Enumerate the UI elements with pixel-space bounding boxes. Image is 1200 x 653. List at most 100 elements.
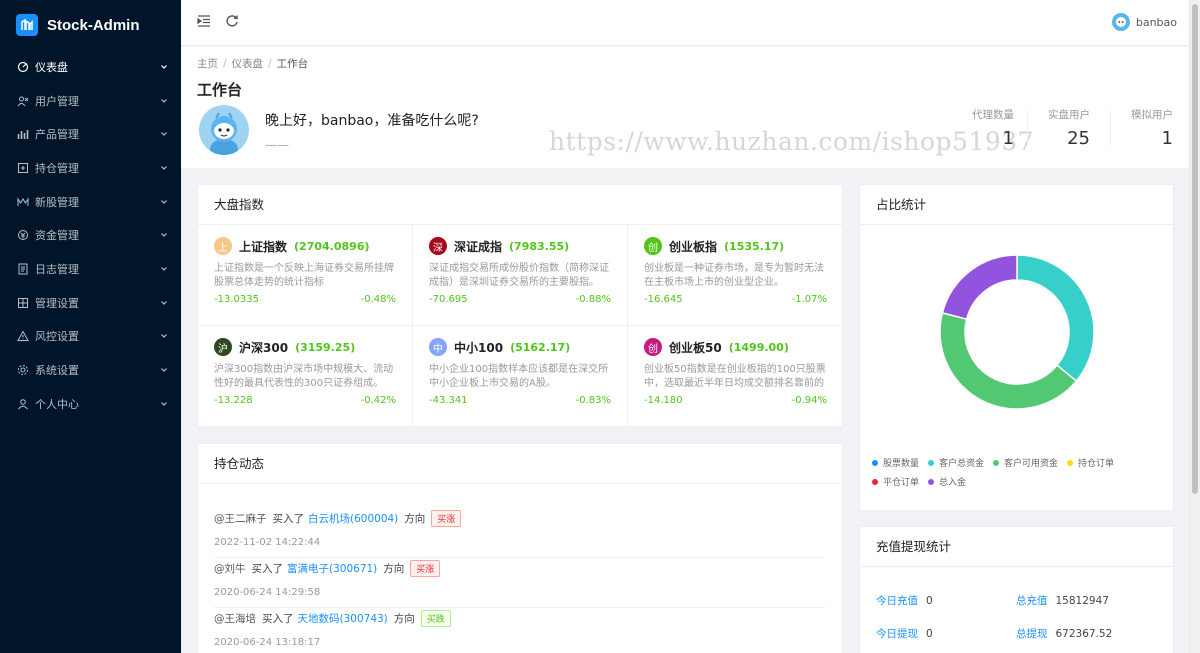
user-menu[interactable]: banbao [1111,13,1177,31]
sidebar-item-5[interactable]: 资金管理 [0,218,181,252]
sidebar-item-10[interactable]: 个人中心 [0,387,181,421]
today-withdraw-value: 0 [926,628,933,640]
index-cell[interactable]: 上上证指数 (2704.0896) 上证指数是一个反映上海证券交易所挂牌股票总体走势… [198,225,413,326]
sidebar-item-6[interactable]: 日志管理 [0,252,181,286]
card-title: 大盘指数 [198,185,842,225]
sidebar-item-8[interactable]: 风控设置 [0,320,181,354]
index-value: (1499.00) [728,340,789,354]
index-percent: -0.88% [575,294,611,305]
today-withdraw-label[interactable]: 今日提现 [876,628,918,640]
feed-user: @王二麻子 [214,513,267,525]
sidebar-item-label: 个人中心 [35,397,79,411]
users-icon [17,95,29,107]
index-name: 创业板50 [669,340,722,355]
index-cell[interactable]: 创创业板指 (1535.17) 创业板是一种证券市场，是专为暂时无法在主板市场上市的… [628,225,843,326]
legend-label: 总入金 [939,478,967,488]
chevron-down-icon [159,62,169,72]
index-description: 深证成指交易所成份股价指数（简称深证成指）是深圳证券交易所的主要股指。 [429,263,609,288]
legend-item[interactable]: 持仓订单 [1067,456,1114,469]
breadcrumb-current: 工作台 [276,58,309,70]
feed-time: 2020-06-24 13:18:17 [214,637,321,648]
avatar [1111,13,1130,31]
donut-slice-2[interactable] [939,311,1078,410]
page-header: 主页 / 仪表盘 / 工作台 工作台 晚上好，banbao，准备吃什么呢? —— htt… [181,47,1189,168]
total-recharge-value: 15812947 [1055,595,1109,607]
list-item: @刘牛 买入了 富满电子(300671) 方向 买涨 2020-06-24 14:29:5… [214,560,825,608]
index-value: (1535.17) [724,239,785,253]
chevron-down-icon [159,331,169,341]
legend-item[interactable]: 客户可用资金 [993,456,1058,469]
sidebar-item-label: 持仓管理 [35,161,79,175]
refresh-icon[interactable] [225,14,241,30]
index-description: 中小企业100指数样本应该都是在深交所中小企业板上市交易的A股。 [429,364,609,389]
feed-stock-link[interactable]: 天地数码(300743) [298,611,388,626]
index-badge: 深 [429,237,447,255]
sidebar-item-4[interactable]: 新股管理 [0,185,181,219]
list-item: @王海培 买入了 天地数码(300743) 方向 买跌 2020-06-24 13:18:… [214,610,825,653]
feed-direction-label: 方向 [404,513,426,525]
logo-icon [16,14,38,36]
total-recharge-label[interactable]: 总充值 [1016,595,1048,607]
sidebar-item-label: 资金管理 [35,229,79,243]
donut-slice-1[interactable] [1016,254,1095,383]
sidebar-item-9[interactable]: 系统设置 [0,353,181,387]
feed-stock-link[interactable]: 富满电子(300671) [287,561,377,576]
feed-stock-link[interactable]: 白云机场(600004) [308,511,398,526]
stat-sim-users: 模拟用户 1 [1131,107,1173,149]
stat-value: 1 [1161,128,1173,149]
legend-label: 客户总资金 [939,459,985,469]
breadcrumb-dashboard[interactable]: 仪表盘 [232,58,264,70]
legend-label: 持仓订单 [1078,459,1115,469]
stat-value: 25 [1067,128,1090,149]
card-title: 持仓动态 [198,444,842,484]
index-percent: -0.94% [791,395,827,406]
legend-label: 平仓订单 [883,478,920,488]
index-cell[interactable]: 创创业板50 (1499.00) 创业板50指数是在创业板指的100只股票中，选取最… [628,326,843,427]
breadcrumb-home[interactable]: 主页 [197,58,218,70]
sidebar-item-3[interactable]: 持仓管理 [0,151,181,185]
index-cell[interactable]: 沪沪深300 (3159.25) 沪深300指数由沪深市场中规模大、流动性好的最具代… [198,326,413,427]
grid-icon [17,297,29,309]
sidebar-item-label: 管理设置 [35,296,79,310]
legend-item[interactable]: 股票数量 [872,456,919,469]
sidebar-item-1[interactable]: 用户管理 [0,84,181,118]
today-recharge-value: 0 [926,595,933,607]
sidebar-item-2[interactable]: 产品管理 [0,117,181,151]
direction-tag: 买涨 [431,510,462,527]
sidebar-item-7[interactable]: 管理设置 [0,286,181,320]
index-cell[interactable]: 深深证成指 (7983.55) 深证成指交易所成份股价指数（简称深证成指）是深圳证券… [413,225,628,326]
index-name: 沪深300 [239,340,289,355]
market-index-card: 大盘指数 上上证指数 (2704.0896) 上证指数是一个反映上海证券交易所挂牌股… [197,184,843,427]
chart-legend: 股票数量 客户总资金 客户可用资金 持仓订单平仓订单 总入金 [872,456,1172,494]
index-change: -13.228 [214,395,253,406]
today-recharge-label[interactable]: 今日充值 [876,595,918,607]
total-withdraw-label[interactable]: 总提现 [1016,628,1048,640]
sidebar-item-label: 系统设置 [35,364,79,378]
legend-item[interactable]: 平仓订单 [872,475,919,488]
gear-icon [17,364,29,376]
index-name: 创业板指 [669,239,718,254]
ratio-card: 占比统计 股票数量 客户总资金 客户可用资金 持仓订单 平仓订单 总入金 [859,184,1174,511]
index-cell[interactable]: 中中小100 (5162.17) 中小企业100指数样本应该都是在深交所中小企业板上… [413,326,628,427]
page-scrollbar[interactable] [1189,0,1200,653]
logo[interactable]: Stock-Admin [0,0,181,50]
recharge-card: 充值提现统计 今日充值 0 总充值 15812947 今日提现 0 总提现 672367… [859,526,1174,653]
index-change: -13.0335 [214,294,259,305]
donut-slice-5[interactable] [941,254,1018,320]
sidebar-item-label: 风控设置 [35,330,79,344]
total-recharge: 总充值 15812947 [1016,593,1109,608]
index-description: 创业板是一种证券市场，是专为暂时无法在主板市场上市的创业型企业。 [644,263,824,288]
feed-direction-label: 方向 [383,563,405,575]
scrollbar-thumb[interactable] [1192,4,1198,494]
breadcrumb: 主页 / 仪表盘 / 工作台 [197,58,309,70]
chevron-down-icon [159,399,169,409]
menu-fold-icon[interactable] [197,14,213,30]
stat-real-users: 实盘用户 25 [1048,107,1090,149]
sidebar-item-label: 产品管理 [35,128,79,142]
index-value: (5162.17) [510,340,571,354]
sidebar-item-0[interactable]: 仪表盘 [0,50,181,84]
index-change: -14.180 [644,395,683,406]
legend-item[interactable]: 客户总资金 [928,456,984,469]
legend-item[interactable]: 总入金 [928,475,966,488]
index-name: 上证指数 [239,239,288,254]
